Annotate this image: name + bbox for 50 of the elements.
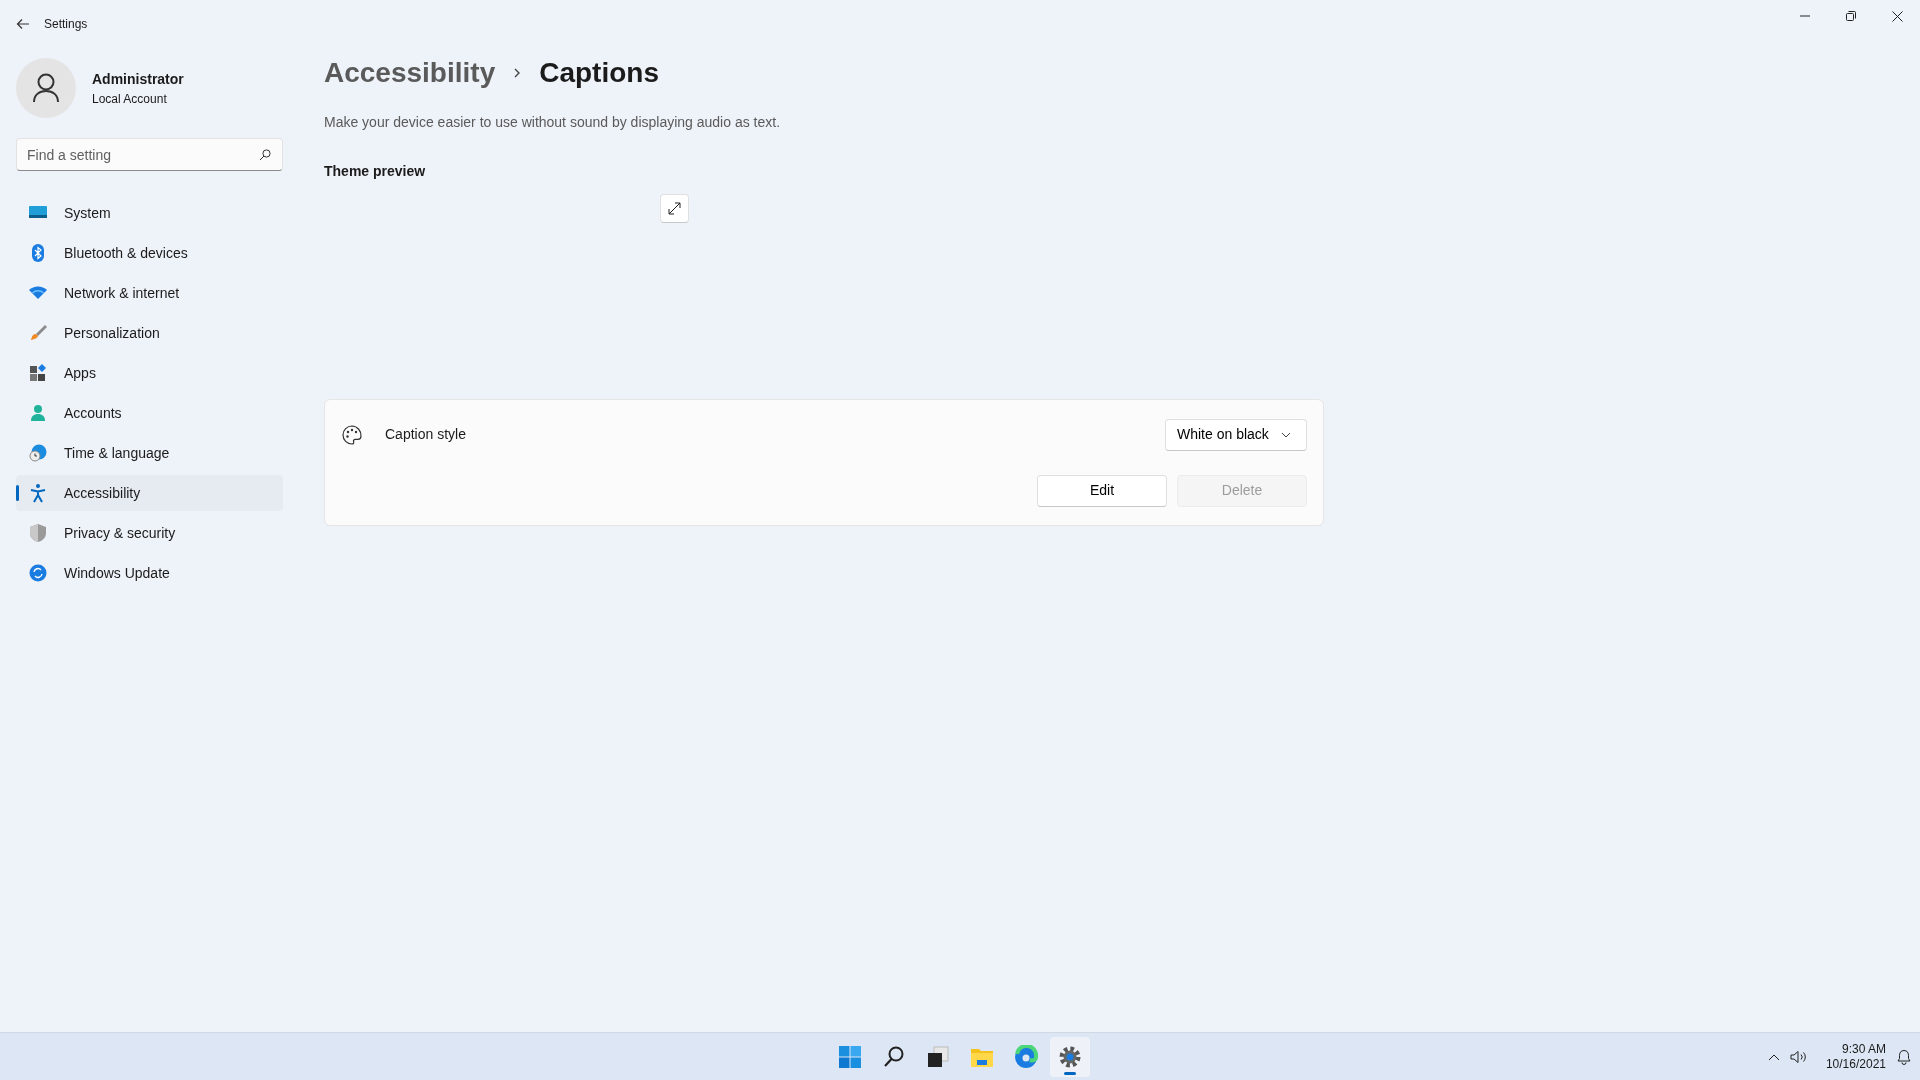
speaker-icon[interactable] <box>1789 1050 1808 1064</box>
brush-icon <box>28 323 48 343</box>
section-heading: Theme preview <box>324 161 427 181</box>
nav-item[interactable]: Windows Update <box>16 555 283 591</box>
restore-icon <box>1846 11 1856 21</box>
account-type: Local Account <box>92 90 168 108</box>
search-icon <box>882 1044 906 1069</box>
chevron-icon <box>513 66 522 79</box>
apps-icon <box>28 363 48 383</box>
browser-icon <box>1014 1044 1038 1069</box>
person-icon <box>28 403 48 423</box>
search-field[interactable]: Find a setting <box>16 138 283 171</box>
nav-item[interactable]: Accessibility <box>16 475 283 511</box>
clock-date[interactable]: 10/16/2021 <box>1825 1057 1886 1072</box>
update-icon <box>28 563 48 583</box>
nav-item[interactable]: Privacy & security <box>16 515 283 551</box>
nav-item[interactable]: Accounts <box>16 395 283 431</box>
clock-time[interactable]: 9:30 AM <box>1841 1042 1886 1057</box>
nav-item[interactable]: Time & language <box>16 435 283 471</box>
page-title: Captions <box>539 56 659 90</box>
palette-icon <box>341 423 363 446</box>
back-arrow-icon <box>16 17 30 31</box>
globe-clock-icon <box>28 443 48 463</box>
nav-item[interactable]: Apps <box>16 355 283 391</box>
taskbar-button[interactable] <box>1050 1036 1090 1077</box>
edit-button[interactable]: Edit <box>1037 474 1167 507</box>
notification-icon[interactable] <box>1896 1049 1912 1065</box>
expand-icon <box>668 201 681 215</box>
shield-icon <box>28 523 48 543</box>
caption-style-dropdown[interactable]: White on black <box>1165 418 1307 451</box>
task-view-icon <box>926 1044 950 1069</box>
nav-item[interactable]: Personalization <box>16 315 283 351</box>
page-description: Make your device easier to use without sound by displaying audio as text. <box>324 112 782 132</box>
selection-indicator <box>16 485 19 501</box>
window-title: Settings <box>44 16 88 33</box>
close-icon <box>1891 10 1903 22</box>
windows-logo-icon <box>838 1044 862 1069</box>
gear-icon <box>1058 1044 1082 1069</box>
nav-item[interactable]: Network & internet <box>16 275 283 311</box>
expand-button[interactable] <box>660 193 689 223</box>
accessibility-icon <box>28 483 48 503</box>
chevron-up-icon[interactable] <box>1767 1053 1780 1061</box>
caret-icon <box>1280 431 1291 438</box>
search-icon <box>259 149 271 161</box>
setting-label: Caption style <box>385 425 466 445</box>
running-indicator <box>1064 1071 1076 1075</box>
nav-item[interactable]: Bluetooth & devices <box>16 235 283 271</box>
breadcrumb-link[interactable]: Accessibility <box>324 56 496 90</box>
nav-item[interactable]: System <box>16 195 283 231</box>
account-name: Administrator <box>92 69 184 89</box>
